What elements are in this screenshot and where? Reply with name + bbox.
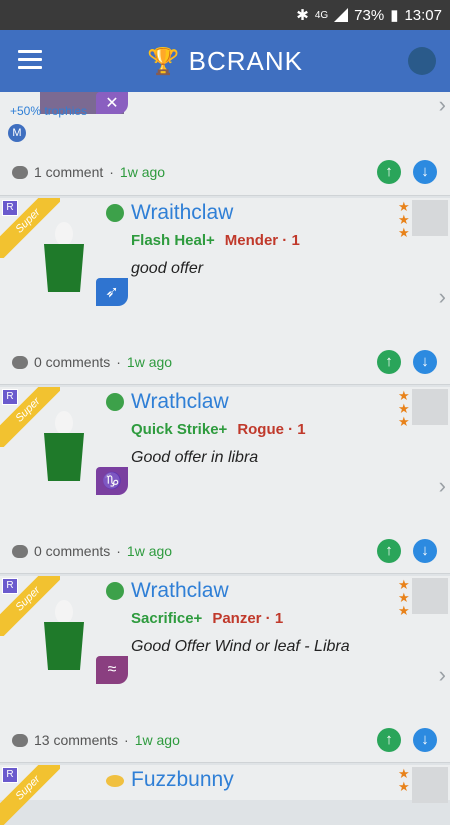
time-ago: 1w ago: [126, 354, 173, 370]
monster-name[interactable]: Wrathclaw: [131, 390, 229, 414]
upvote-button[interactable]: ↑: [377, 539, 401, 563]
battery-percentage: 73%: [354, 6, 385, 24]
monster-card[interactable]: Super R ➶ Wraithclaw Flash Heal+ Mender · …: [0, 198, 450, 385]
monster-card-partial[interactable]: ✕ +50% trophies M › 1 comment · 1w ago ↑…: [0, 92, 450, 196]
bluetooth-icon: ✱: [296, 7, 309, 24]
element-badge: ≈: [96, 656, 128, 684]
comments-footer[interactable]: 0 comments · 1w ago: [12, 543, 172, 559]
chevron-right-icon[interactable]: ›: [439, 92, 446, 118]
chevron-right-icon[interactable]: ›: [439, 473, 446, 499]
globe-icon[interactable]: [408, 47, 436, 75]
monster-card-partial[interactable]: Super R Fuzzbunny ★ ★: [0, 765, 450, 825]
downvote-button[interactable]: ↓: [413, 728, 437, 752]
rating-stars: ★ ★ ★: [398, 577, 410, 618]
comment-icon: [12, 544, 28, 558]
leaf-icon: [106, 204, 124, 222]
monster-image: [44, 411, 84, 481]
monster-name[interactable]: Fuzzbunny: [131, 768, 234, 792]
clock: 13:07: [404, 6, 442, 24]
comment-count: 0 comments: [34, 354, 111, 370]
signal-icon: [334, 8, 349, 22]
trophy-icon: 🏆: [147, 46, 181, 76]
comment-icon: [12, 165, 28, 179]
skill-line: Sacrifice+ Panzer · 1: [131, 610, 284, 627]
upvote-button[interactable]: ↑: [377, 160, 401, 184]
chevron-right-icon[interactable]: ›: [439, 662, 446, 688]
rating-stars: ★ ★ ★: [398, 199, 410, 240]
network-label: 4G: [314, 9, 329, 21]
monster-card[interactable]: Super R ♑ Wrathclaw Quick Strike+ Rogue · …: [0, 387, 450, 574]
downvote-button[interactable]: ↓: [413, 350, 437, 374]
monster-card[interactable]: Super R ≈ Wrathclaw Sacrifice+ Panzer · 1 …: [0, 576, 450, 763]
app-title: 🏆 BCRANK: [0, 46, 450, 77]
element-badge: ✕: [96, 92, 128, 114]
chevron-right-icon[interactable]: ›: [439, 284, 446, 310]
comments-footer[interactable]: 1 comment · 1w ago: [12, 164, 165, 180]
rating-stars: ★ ★: [398, 766, 410, 794]
battery-icon: ▮: [390, 7, 399, 24]
element-badge: ♑: [96, 467, 128, 495]
time-ago: 1w ago: [119, 164, 166, 180]
super-ribbon: Super R: [0, 765, 60, 825]
offer-text: good offer: [131, 260, 204, 277]
upvote-button[interactable]: ↑: [377, 728, 401, 752]
user-avatar[interactable]: [412, 578, 448, 614]
comment-count: 0 comments: [34, 543, 111, 559]
comment-icon: [12, 733, 28, 747]
bonus-text: +50% trophies: [10, 104, 88, 118]
badge-m: M: [8, 124, 26, 142]
upvote-button[interactable]: ↑: [377, 350, 401, 374]
monster-image: [44, 600, 84, 670]
downvote-button[interactable]: ↓: [413, 539, 437, 563]
comment-count: 1 comment: [34, 164, 104, 180]
monster-name[interactable]: Wraithclaw: [131, 201, 233, 225]
rating-stars: ★ ★ ★: [398, 388, 410, 429]
offer-text: Good offer in libra: [131, 449, 259, 466]
cloud-icon: [106, 775, 124, 787]
leaf-icon: [106, 393, 124, 411]
user-avatar[interactable]: [412, 200, 448, 236]
status-bar: ✱ 4G 73% ▮ 13:07: [0, 0, 450, 30]
comment-icon: [12, 355, 28, 369]
skill-line: Flash Heal+ Mender · 1: [131, 232, 300, 249]
element-badge: ➶: [96, 278, 128, 306]
offer-text: Good Offer Wind or leaf - Libra: [131, 638, 350, 655]
user-avatar[interactable]: [412, 389, 448, 425]
user-avatar[interactable]: [412, 767, 448, 803]
leaf-icon: [106, 582, 124, 600]
comments-footer[interactable]: 13 comments · 1w ago: [12, 732, 180, 748]
skill-line: Quick Strike+ Rogue · 1: [131, 421, 306, 438]
app-bar: 🏆 BCRANK: [0, 30, 450, 92]
app-title-text: BCRANK: [188, 46, 303, 76]
comments-footer[interactable]: 0 comments · 1w ago: [12, 354, 172, 370]
time-ago: 1w ago: [134, 732, 180, 748]
comment-count: 13 comments: [34, 732, 119, 748]
downvote-button[interactable]: ↓: [413, 160, 437, 184]
monster-image: [44, 222, 84, 292]
monster-name[interactable]: Wrathclaw: [131, 579, 229, 603]
time-ago: 1w ago: [126, 543, 173, 559]
